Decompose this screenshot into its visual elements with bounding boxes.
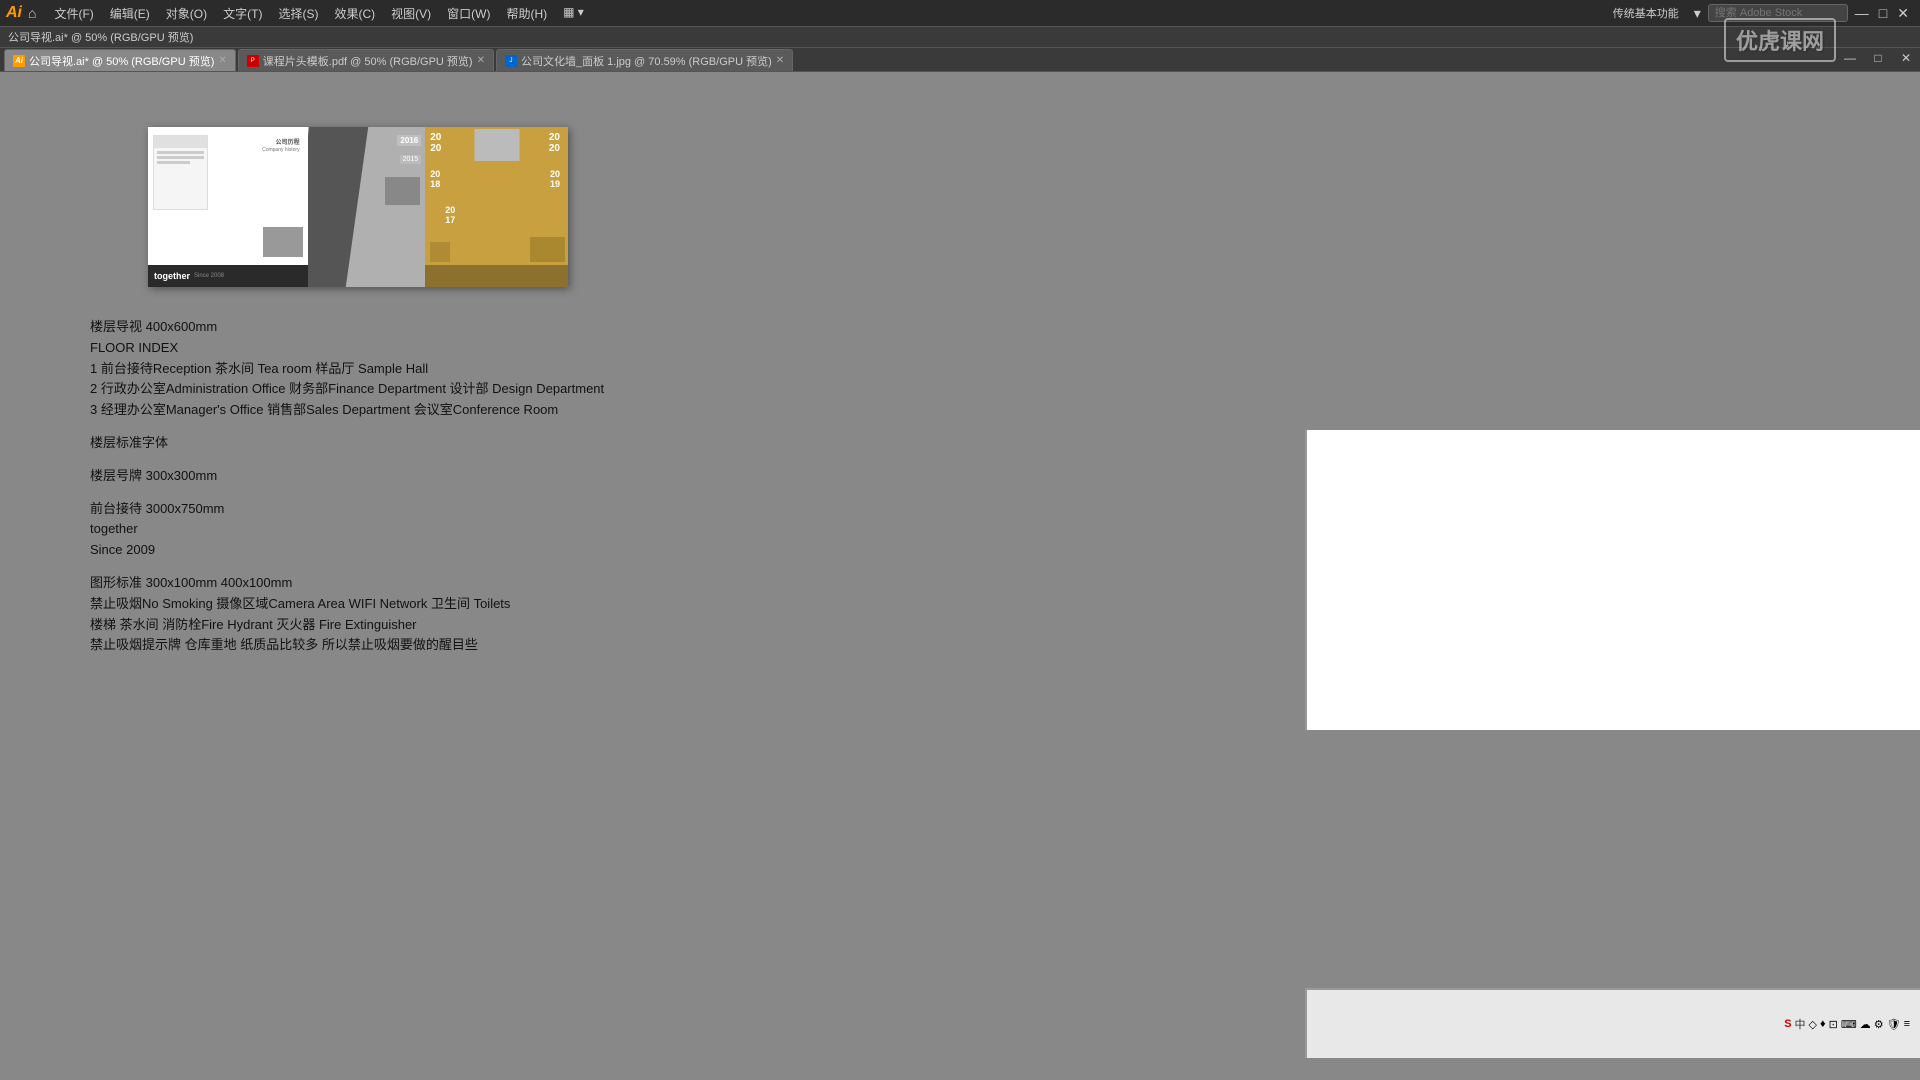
close-btn[interactable]: ✕ bbox=[1892, 48, 1920, 68]
floor-items-text: 楼梯 茶水间 消防栓Fire Hydrant 灭火器 Fire Extingui… bbox=[90, 615, 604, 636]
wifi-icon[interactable]: ◇ bbox=[1809, 1018, 1817, 1031]
company-history-en: Company history bbox=[262, 147, 300, 153]
year-2020-top: 2020 bbox=[430, 132, 441, 154]
document-title: 公司导视.ai* @ 50% (RGB/GPU 预览) bbox=[8, 29, 193, 45]
dropdown-icon[interactable]: ▾ bbox=[1691, 5, 1704, 22]
tab-jpg-label: 公司文化墙_面板 1.jpg @ 70.59% (RGB/GPU 预览) bbox=[521, 53, 772, 69]
window-close-btn[interactable]: ✕ bbox=[1894, 5, 1912, 22]
menu-edit[interactable]: 编辑(E) bbox=[102, 3, 158, 24]
text-content-area: 楼层导视 400x600mm FLOOR INDEX 1 前台接待Recepti… bbox=[90, 317, 604, 668]
floor-sign-label: 楼层号牌 300x300mm bbox=[90, 466, 604, 487]
cloud-icon[interactable]: ☁ bbox=[1860, 1018, 1871, 1031]
sogou-icon[interactable]: S bbox=[1784, 1018, 1791, 1030]
right-panel-top bbox=[1305, 430, 1920, 730]
canvas-area[interactable]: 公司历程 Company history together Since 2008… bbox=[0, 72, 1920, 1058]
floor-index-label: FLOOR INDEX bbox=[90, 338, 604, 359]
prohibit-smoking-text: 禁止吸烟No Smoking 摄像区域Camera Area WIFI Netw… bbox=[90, 594, 604, 615]
floor-guide-block: 楼层导视 400x600mm FLOOR INDEX 1 前台接待Recepti… bbox=[90, 317, 604, 421]
floor-2-text: 2 行政办公室Administration Office 财务部Finance … bbox=[90, 379, 604, 400]
floor-font-block: 楼层标准字体 bbox=[90, 433, 604, 454]
window-maximize-btn[interactable]: □ bbox=[1876, 5, 1890, 21]
year-2018: 2018 bbox=[430, 169, 440, 189]
keyboard-icon[interactable]: ⌨ bbox=[1841, 1018, 1857, 1031]
reception-label: 前台接待 3000x750mm bbox=[90, 499, 604, 520]
ai-file-icon: Ai bbox=[13, 55, 25, 67]
timeline-design: 公司历程 Company history together Since 2008… bbox=[148, 127, 568, 287]
settings-icon[interactable]: ⚙ bbox=[1874, 1018, 1884, 1031]
tab-pdf-label: 课程片头模板.pdf @ 50% (RGB/GPU 预览) bbox=[263, 53, 473, 69]
graphic-standard-label: 图形标准 300x100mm 400x100mm bbox=[90, 573, 604, 594]
tab-ai-label: 公司导视.ai* @ 50% (RGB/GPU 预览) bbox=[29, 53, 214, 69]
year-2017: 2017 bbox=[445, 205, 455, 225]
year-2015: 2015 bbox=[400, 155, 422, 164]
graphic-standard-block: 图形标准 300x100mm 400x100mm 禁止吸烟No Smoking … bbox=[90, 573, 604, 656]
menu-file[interactable]: 文件(F) bbox=[46, 3, 101, 24]
menu-extra[interactable]: ▦ ▾ bbox=[555, 3, 592, 24]
menu-window[interactable]: 窗口(W) bbox=[439, 3, 498, 24]
right-panel-bottom: S 中 ◇ ♦ ⊡ ⌨ ☁ ⚙ 🛡 ≡ bbox=[1305, 988, 1920, 1058]
menu-right: 传统基本功能 ▾ — □ ✕ bbox=[1613, 0, 1920, 26]
restore-btn[interactable]: □ bbox=[1864, 48, 1892, 68]
window-minimize-btn[interactable]: — bbox=[1852, 5, 1872, 21]
together-label: together bbox=[90, 519, 604, 540]
tab-ai-document[interactable]: Ai 公司导视.ai* @ 50% (RGB/GPU 预览) ✕ bbox=[4, 49, 236, 71]
reception-block: 前台接待 3000x750mm together Since 2009 bbox=[90, 499, 604, 561]
since-label: Since 2009 bbox=[90, 540, 604, 561]
tab-jpg-document[interactable]: J 公司文化墙_面板 1.jpg @ 70.59% (RGB/GPU 预览) ✕ bbox=[496, 49, 793, 71]
together-text-preview: together bbox=[154, 271, 190, 281]
year-2019: 2019 bbox=[550, 169, 560, 189]
jpg-file-icon: J bbox=[505, 55, 517, 67]
window-controls: — □ ✕ bbox=[1836, 48, 1920, 68]
floor-1-text: 1 前台接待Reception 茶水间 Tea room 样品厅 Sample … bbox=[90, 359, 604, 380]
menu-effects[interactable]: 效果(C) bbox=[326, 3, 383, 24]
menu-object[interactable]: 对象(O) bbox=[158, 3, 215, 24]
since-text-preview: Since 2008 bbox=[194, 273, 224, 279]
sound-icon[interactable]: ♦ bbox=[1820, 1018, 1826, 1030]
ai-logo: Ai bbox=[6, 4, 22, 22]
year-2016: 2016 bbox=[397, 135, 421, 146]
menu-bar: Ai ⌂ 文件(F) 编辑(E) 对象(O) 文字(T) 选择(S) 效果(C)… bbox=[0, 0, 1920, 26]
design-preview: 公司历程 Company history together Since 2008… bbox=[148, 127, 568, 287]
menu-view[interactable]: 视图(V) bbox=[383, 3, 439, 24]
minimize-btn[interactable]: — bbox=[1836, 48, 1864, 68]
floor-3-text: 3 经理办公室Manager's Office 销售部Sales Departm… bbox=[90, 400, 604, 421]
menu-select[interactable]: 选择(S) bbox=[270, 3, 326, 24]
menu-help[interactable]: 帮助(H) bbox=[498, 3, 555, 24]
title-bar: 公司导视.ai* @ 50% (RGB/GPU 预览) — □ ✕ bbox=[0, 26, 1920, 48]
year-2020-right: 2020 bbox=[549, 132, 560, 154]
menu-items: 文件(F) 编辑(E) 对象(O) 文字(T) 选择(S) 效果(C) 视图(V… bbox=[46, 3, 591, 24]
tab-pdf-document[interactable]: P 课程片头模板.pdf @ 50% (RGB/GPU 预览) ✕ bbox=[238, 49, 494, 71]
tab-ai-close[interactable]: ✕ bbox=[218, 55, 226, 66]
home-icon[interactable]: ⌂ bbox=[28, 5, 36, 21]
company-history-cn: 公司历程 bbox=[276, 137, 300, 146]
note-text: 禁止吸烟提示牌 仓库重地 纸质品比较多 所以禁止吸烟要做的醒目些 bbox=[90, 635, 604, 656]
tab-pdf-close[interactable]: ✕ bbox=[477, 55, 485, 66]
traditional-func-label: 传统基本功能 bbox=[1613, 5, 1679, 21]
input-method-icon[interactable]: 中 bbox=[1795, 1016, 1806, 1032]
document-tab-bar: Ai 公司导视.ai* @ 50% (RGB/GPU 预览) ✕ P 课程片头模… bbox=[0, 48, 1920, 72]
floor-font-label: 楼层标准字体 bbox=[90, 433, 604, 454]
security-icon[interactable]: 🛡 bbox=[1887, 1018, 1901, 1031]
battery-icon[interactable]: ⊡ bbox=[1829, 1018, 1838, 1031]
floor-guide-label: 楼层导视 400x600mm bbox=[90, 317, 604, 338]
system-tray: S 中 ◇ ♦ ⊡ ⌨ ☁ ⚙ 🛡 ≡ bbox=[1784, 1016, 1910, 1032]
floor-sign-block: 楼层号牌 300x300mm bbox=[90, 466, 604, 487]
adobe-stock-search[interactable] bbox=[1708, 4, 1848, 22]
tab-jpg-close[interactable]: ✕ bbox=[776, 55, 784, 66]
menu-text[interactable]: 文字(T) bbox=[215, 3, 270, 24]
more-icon[interactable]: ≡ bbox=[1904, 1018, 1910, 1030]
pdf-file-icon: P bbox=[247, 55, 259, 67]
